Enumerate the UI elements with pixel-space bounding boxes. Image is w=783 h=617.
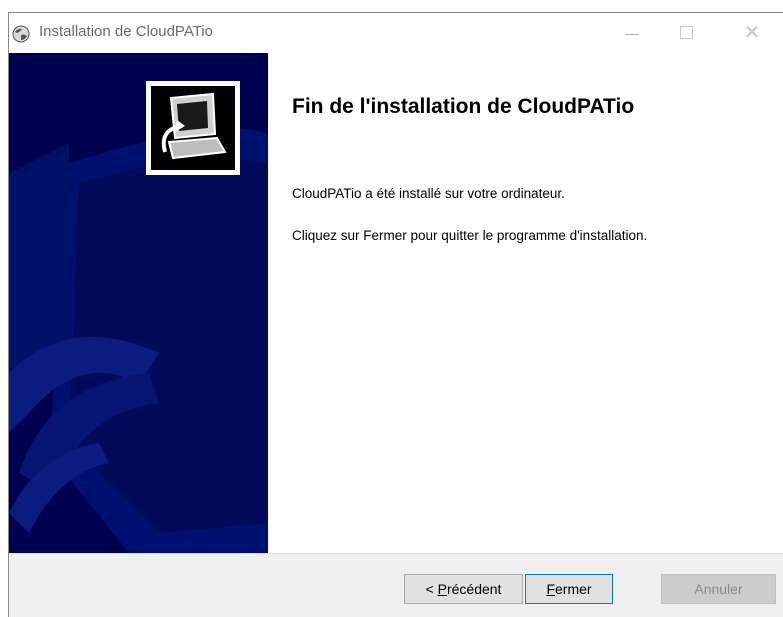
close-button-accel: F	[546, 581, 555, 597]
maximize-button[interactable]	[663, 19, 709, 47]
previous-button-prefix: <	[425, 581, 438, 597]
previous-button[interactable]: < Précédent	[404, 574, 523, 604]
installer-globe-icon	[12, 25, 30, 43]
install-success-text: CloudPATio a été installé sur votre ordi…	[292, 186, 565, 201]
maximize-icon	[679, 26, 693, 40]
close-icon: ✕	[743, 22, 761, 44]
finish-close-button[interactable]: Fermer	[525, 574, 613, 604]
cancel-button[interactable]: Annuler	[661, 574, 776, 604]
previous-button-label: récédent	[446, 581, 502, 597]
minimize-icon: —	[625, 25, 639, 41]
previous-button-accel: P	[437, 581, 447, 597]
minimize-button[interactable]: —	[609, 19, 655, 47]
computer-install-icon	[151, 86, 235, 170]
content-area: Fin de l'installation de CloudPATio Clou…	[9, 53, 783, 553]
close-button-label: ermer	[555, 581, 592, 597]
close-window-button[interactable]: ✕	[729, 19, 775, 47]
page-title: Fin de l'installation de CloudPATio	[292, 95, 635, 118]
title-bar[interactable]: Installation de CloudPATio — ✕	[9, 13, 783, 53]
window-title: Installation de CloudPATio	[39, 23, 213, 40]
close-instruction-text: Cliquez sur Fermer pour quitter le progr…	[292, 228, 648, 243]
installer-window: Installation de CloudPATio — ✕ Fin de l'…	[8, 12, 783, 617]
installer-logo	[146, 81, 240, 175]
button-bar: < Précédent Fermer Annuler	[9, 553, 783, 617]
wizard-sidebar-image	[9, 53, 268, 553]
